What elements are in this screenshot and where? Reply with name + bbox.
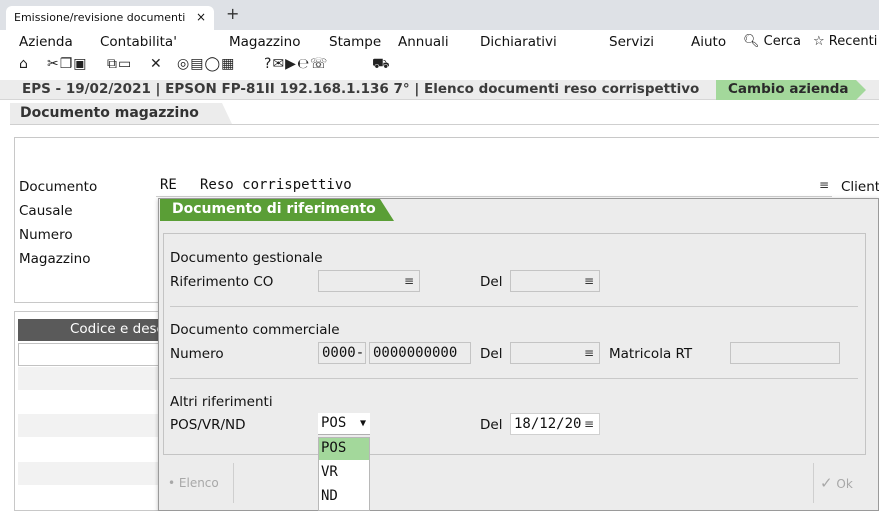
numero-field[interactable]: 0000000000 [369,342,471,364]
section-divider [170,378,858,379]
elenco-button[interactable]: • Elenco [168,476,219,490]
menu-servizi[interactable]: Servizi [609,34,654,50]
browser-tab-strip: Emissione/revisione documenti × + [0,0,879,30]
agent-icon[interactable]: ◯ [204,56,221,72]
gestionale-del-field[interactable]: ≡ [510,270,600,292]
pos-vr-nd-label: POS/VR/ND [170,417,246,433]
menu-annuali[interactable]: Annuali [398,34,449,50]
documento-field[interactable]: RE Reso corrispettivo ≡ [156,175,832,197]
calendar-icon[interactable]: ≡ [584,274,594,288]
riferimento-co-label: Riferimento CO [170,274,274,290]
pos-dropdown-list: POS VR ND [318,437,370,511]
change-company-button[interactable]: Cambio azienda [716,80,866,100]
numero-label: Numero [19,227,73,243]
cut-icon[interactable]: ✂ [47,56,60,72]
footer-divider [233,463,234,503]
commerciale-del-field[interactable]: ≡ [510,342,600,364]
menu-contabilita[interactable]: Contabilita' [100,34,177,50]
calendar-icon[interactable]: ≡ [584,417,594,431]
window-title: Documento magazzino [10,103,232,124]
monitor-icon[interactable]: ▭ [118,56,132,72]
section-divider [170,306,858,307]
commerciale-numero-label: Numero [170,346,224,362]
browser-tab[interactable]: Emissione/revisione documenti × [6,6,214,30]
close-tab-icon[interactable]: × [196,10,206,24]
menu-dichiarativi[interactable]: Dichiarativi [480,34,557,50]
menu-stampe[interactable]: Stampe [329,34,381,50]
menu-bar: Azienda Contabilita' Magazzino Stampe An… [0,30,879,52]
matricola-rt-label: Matricola RT [609,346,693,362]
commerciale-del-label: Del [480,346,503,362]
star-icon: ☆ [813,34,825,49]
browser-tab-title: Emissione/revisione documenti [14,11,186,24]
list-icon[interactable]: ≡ [404,274,414,288]
list-icon[interactable]: ≡ [819,178,829,192]
recent-label: Recenti [828,34,878,49]
calendar-icon[interactable]: ≡ [584,346,594,360]
gestionale-del-label: Del [480,274,503,290]
gestionale-heading: Documento gestionale [170,250,323,266]
chat-icon[interactable]: ☏ [310,56,329,72]
altri-heading: Altri riferimenti [170,394,273,410]
menu-aiuto[interactable]: Aiuto [691,34,726,50]
copy-icon[interactable]: ❐ [60,56,74,72]
status-info: EPS - 19/02/2021 | EPSON FP-81II 192.168… [22,81,700,97]
causale-label: Causale [19,203,73,219]
riferimento-co-field[interactable]: ≡ [318,270,420,292]
disk-icon[interactable]: ▤ [190,56,204,72]
chevron-down-icon: ▼ [359,418,366,429]
paste-icon[interactable]: ▣ [73,56,87,72]
numero-prefix: 0000- [322,345,365,361]
menu-magazzino[interactable]: Magazzino [229,34,301,50]
matricola-rt-field[interactable] [730,342,840,364]
footer-divider [813,463,814,503]
documento-code: RE [160,177,177,193]
cart-icon[interactable]: ⛟ [372,56,391,72]
option-nd[interactable]: ND [319,486,369,508]
documento-desc: Reso corrispettivo [200,177,352,193]
option-vr[interactable]: VR [319,462,369,484]
epayment-icon[interactable]: ℮ [297,56,310,72]
dialog-title: Documento di riferimento [160,199,394,221]
pos-vr-nd-select[interactable]: POS ▼ [318,413,370,435]
new-tab-button[interactable]: + [226,4,239,23]
elenco-label: Elenco [178,476,219,490]
recent-menu[interactable]: ☆ Recenti [813,34,877,49]
ok-button[interactable]: ✓ Ok [820,474,853,492]
status-bar: EPS - 19/02/2021 | EPSON FP-81II 192.168… [0,80,879,100]
ok-label: Ok [836,477,853,491]
menu-azienda[interactable]: Azienda [19,34,73,50]
option-pos[interactable]: POS [319,438,369,460]
pos-selected-value: POS [321,415,347,431]
search-icon: 🔍︎ [743,34,760,49]
check-icon: ✓ [820,474,833,492]
numero-prefix-field[interactable]: 0000- [318,342,366,364]
home-icon[interactable]: ⌂ [19,56,29,72]
window-divider [10,124,879,125]
altri-del-label: Del [480,417,503,433]
toolbar: ⌂ ✂❐▣ ⧉▭ ✕ ◎▤◯▦ ?✉▶℮☏ ⛟ [0,54,879,76]
dot-icon: • [168,476,176,490]
contact-icon[interactable]: ✉ [272,56,285,72]
numero-value: 0000000000 [373,345,458,361]
calculator-icon[interactable]: ▦ [221,56,235,72]
altri-del-field[interactable]: 18/12/20 ≡ [510,413,600,435]
close-x-icon[interactable]: ✕ [150,56,163,72]
network-icon[interactable]: ⧉ [107,56,118,72]
search-menu[interactable]: 🔍︎ Cerca [743,34,801,49]
search-label: Cerca [763,34,801,49]
camera-icon[interactable]: ◎ [177,56,190,72]
magazzino-label: Magazzino [19,251,91,267]
commerciale-heading: Documento commerciale [170,322,340,338]
altri-del-value: 18/12/20 [514,416,582,432]
documento-label: Documento [19,179,98,195]
cliente-label: Client [841,179,879,195]
video-icon[interactable]: ▶ [285,56,297,72]
